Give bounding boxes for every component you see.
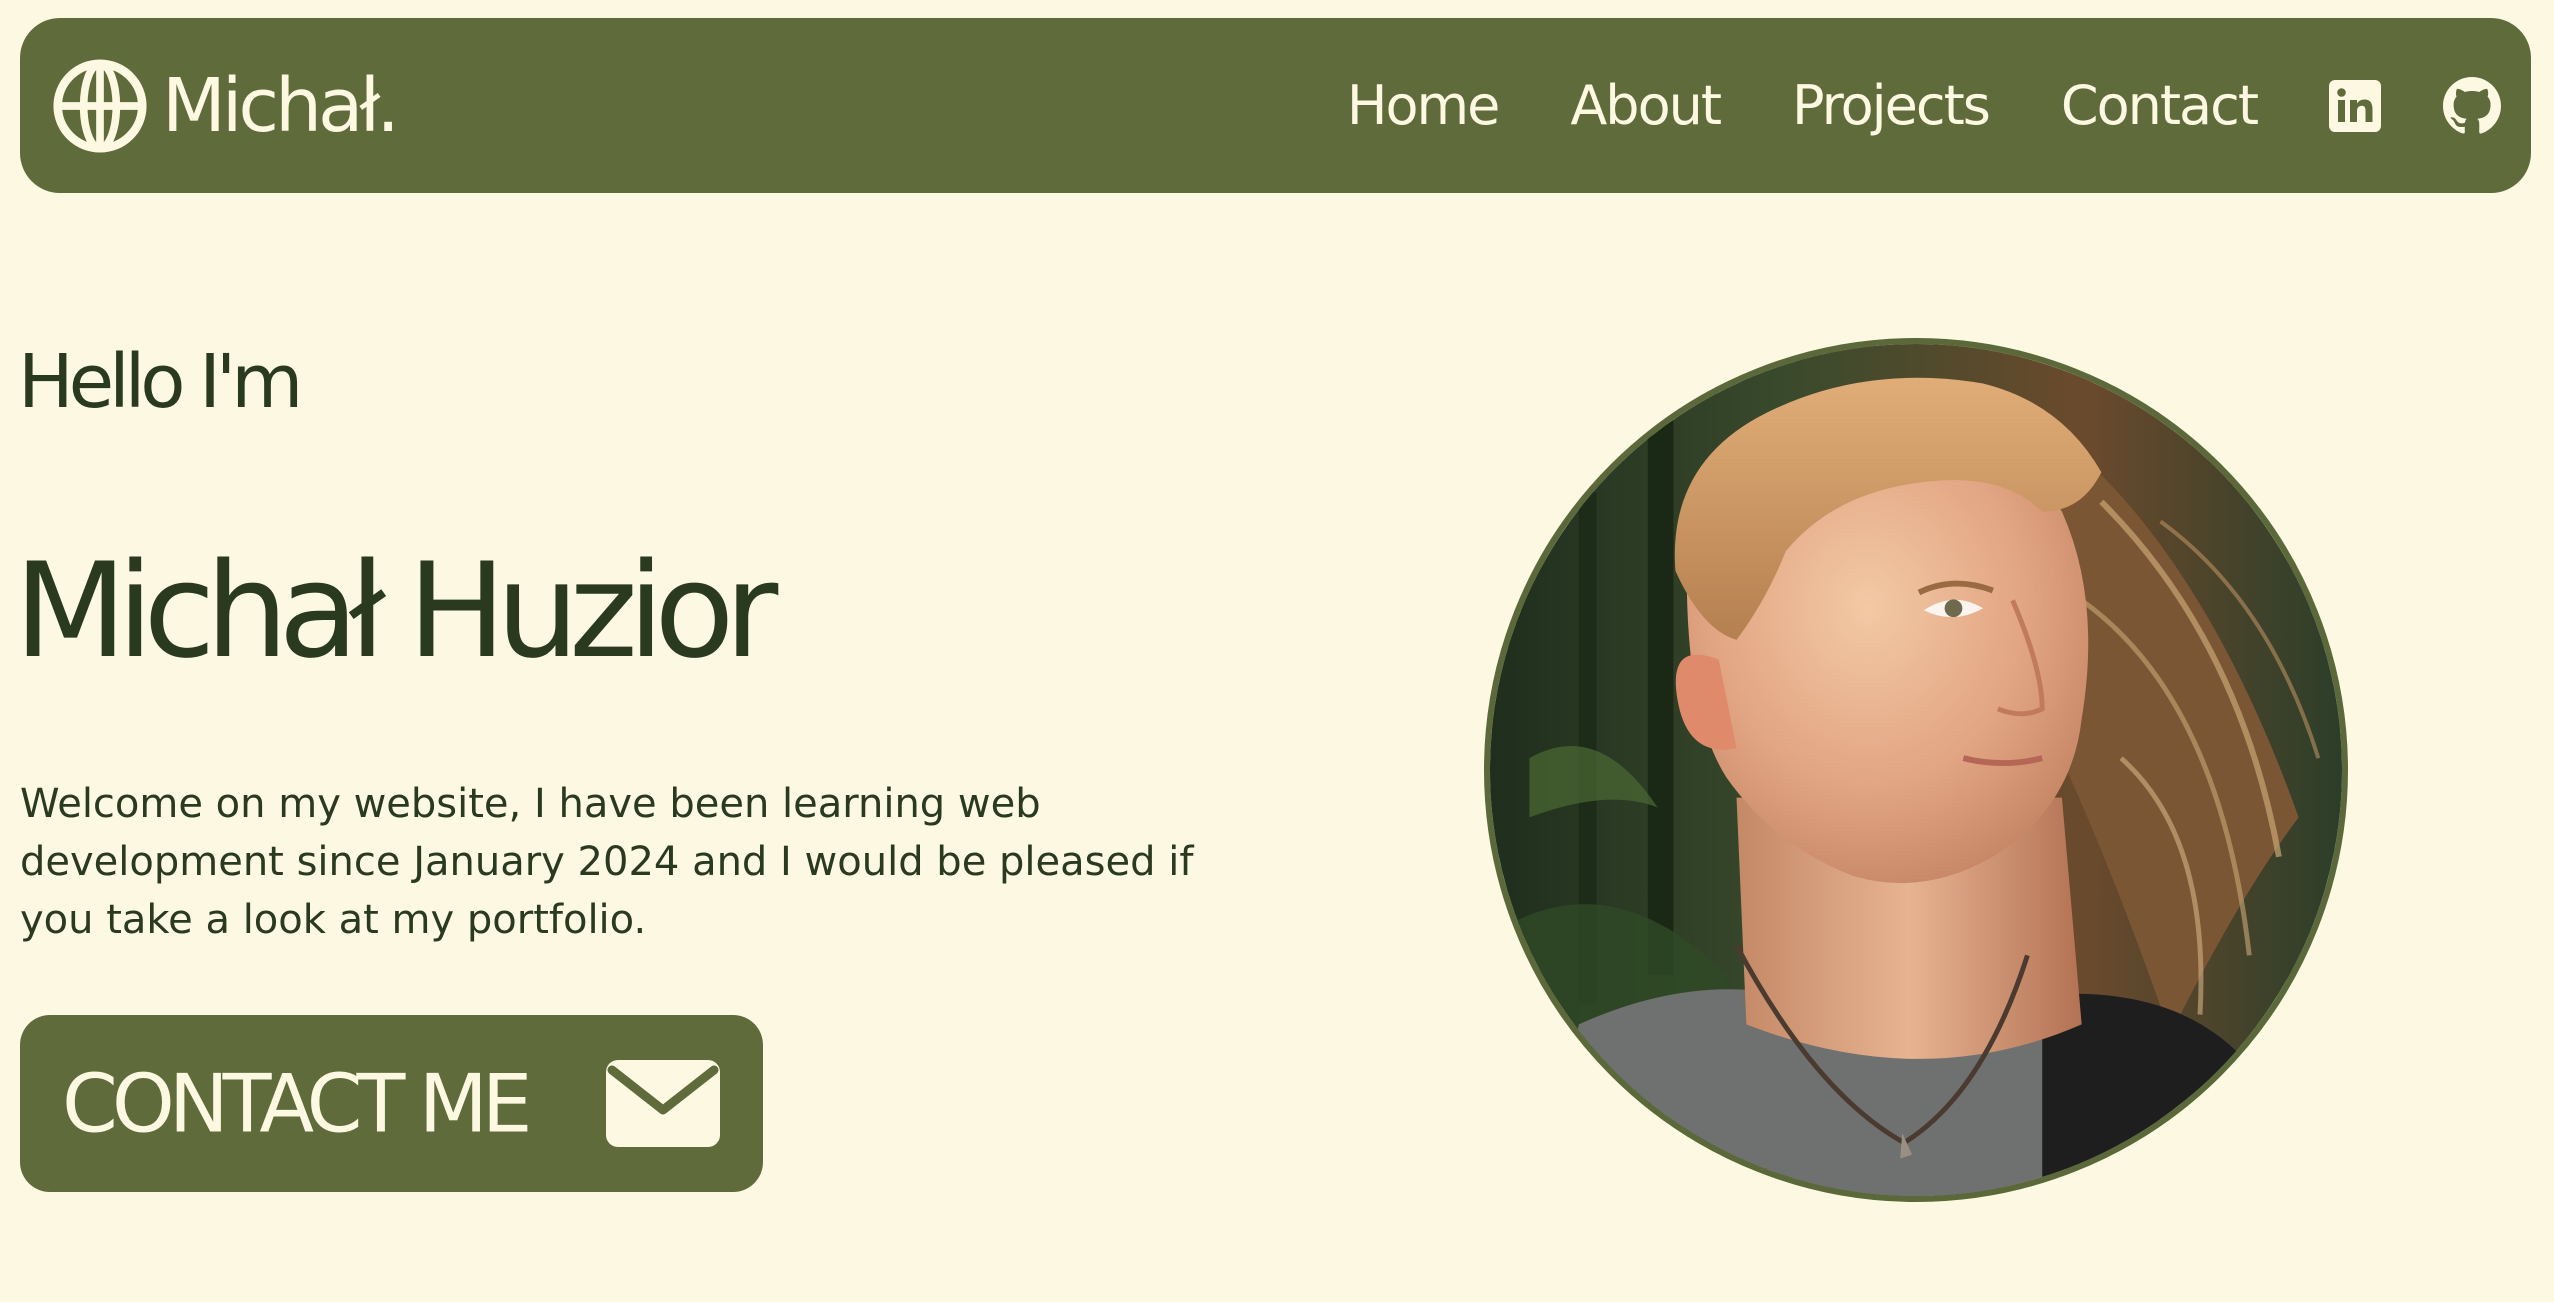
nav-link-home[interactable]: Home xyxy=(1347,74,1500,137)
nav-links: Home About Projects Contact xyxy=(1347,18,2531,193)
logo-text: Michał. xyxy=(162,62,400,149)
mail-icon xyxy=(606,1060,720,1147)
nav-link-projects[interactable]: Projects xyxy=(1792,74,1991,137)
profile-photo xyxy=(1484,338,2348,1202)
navbar: Michał. Home About Projects Contact xyxy=(20,18,2531,193)
github-icon xyxy=(2443,76,2501,134)
linkedin-link[interactable] xyxy=(2329,79,2381,132)
intro-paragraph: Welcome on my website, I have been learn… xyxy=(20,781,1194,943)
nav-link-contact[interactable]: Contact xyxy=(2061,74,2259,137)
github-link[interactable] xyxy=(2443,76,2501,135)
contact-me-label: CONTACT ME xyxy=(62,1057,532,1150)
greeting-text: Hello I'm xyxy=(18,339,303,425)
logo-link[interactable]: Michał. xyxy=(52,18,400,193)
linkedin-icon xyxy=(2329,79,2381,132)
profile-photo-illustration xyxy=(1490,344,2342,1196)
hero-name: Michał Huzior xyxy=(14,534,778,687)
contact-me-button[interactable]: CONTACT ME xyxy=(20,1015,763,1192)
nav-link-about[interactable]: About xyxy=(1570,74,1722,137)
globe-icon xyxy=(53,58,147,153)
